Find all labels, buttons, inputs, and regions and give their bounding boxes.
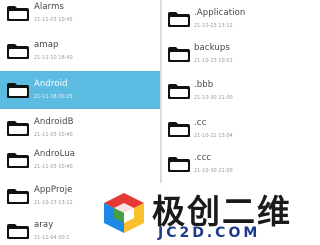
file-date: 21-10-30 21:00: [194, 168, 233, 174]
file-name: aray: [34, 220, 54, 230]
file-date: 21-10-23 13:12: [34, 200, 73, 206]
folder-icon: [7, 44, 29, 59]
folder-icon: [168, 47, 190, 62]
file-row[interactable]: amap 21-11-10 18:40: [0, 32, 160, 70]
folder-icon: [7, 121, 29, 136]
file-row[interactable]: .cc 21-10-22 13:04: [162, 110, 320, 148]
watermark-domain-text: JC2D.COM: [158, 225, 261, 241]
file-date: 21-10-22 13:04: [194, 133, 233, 139]
file-row[interactable]: AndroLua 21-11-03 10:40: [0, 141, 160, 179]
folder-icon: [168, 12, 190, 27]
folder-icon: [7, 83, 29, 98]
file-date: 21-11-10 18:40: [34, 55, 73, 61]
file-row[interactable]: Alarms 21-11-03 10:45: [0, 0, 160, 32]
file-row[interactable]: backups 21-10-23 10:01: [162, 35, 320, 73]
folder-icon: [168, 84, 190, 99]
file-name: AppProje: [34, 185, 73, 195]
file-name: amap: [34, 40, 59, 50]
file-date: 21-11-03 10:40: [34, 132, 73, 138]
folder-icon: [7, 224, 29, 239]
file-row[interactable]: .bbb 21-10-30 21:00: [162, 72, 320, 110]
file-row-selected[interactable]: Android 21-11-18 00:25: [0, 71, 160, 109]
file-name: .cc: [194, 118, 207, 128]
file-date: 21-10-23 13:12: [194, 23, 233, 29]
cube-logo-icon: [104, 193, 144, 233]
file-date: 21-10-30 21:00: [194, 95, 233, 101]
file-name: Android: [34, 79, 68, 89]
file-row[interactable]: .ccc 21-10-30 21:00: [162, 145, 320, 183]
file-name: AndroidB: [34, 117, 74, 127]
watermark-logo: 极创二维 JC2D.COM: [96, 183, 320, 245]
file-date: 21-11-03 10:40: [34, 164, 73, 170]
file-date: 21-11-04 00:1: [34, 235, 70, 241]
file-date: 21-11-18 00:25: [34, 94, 73, 100]
folder-icon: [168, 122, 190, 137]
file-name: .ccc: [194, 153, 212, 163]
file-name: .Application: [194, 8, 246, 18]
folder-icon: [7, 6, 29, 21]
file-name: .bbb: [194, 80, 214, 90]
file-date: 21-11-03 10:45: [34, 17, 73, 23]
file-name: backups: [194, 43, 230, 53]
folder-icon: [7, 189, 29, 204]
folder-icon: [7, 153, 29, 168]
file-name: AndroLua: [34, 149, 76, 159]
file-row[interactable]: .Application 21-10-23 13:12: [162, 0, 320, 38]
file-date: 21-10-23 10:01: [194, 58, 233, 64]
file-name: Alarms: [34, 2, 65, 12]
folder-icon: [168, 157, 190, 172]
